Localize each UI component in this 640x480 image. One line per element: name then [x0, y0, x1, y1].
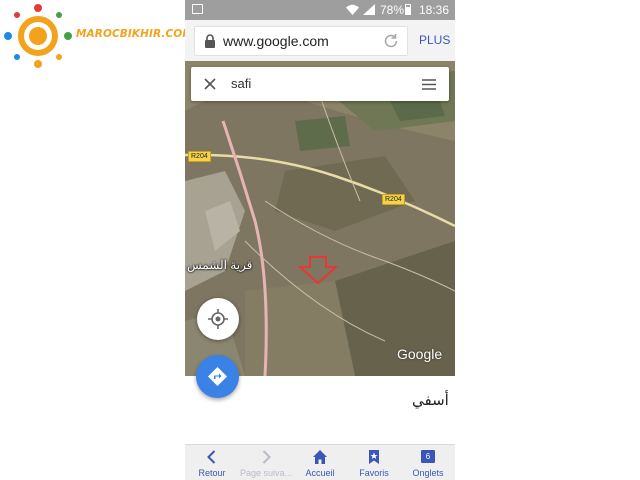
- sun-logo-icon: [4, 4, 72, 68]
- signal-icon: [363, 4, 375, 15]
- reload-icon[interactable]: [382, 32, 400, 50]
- battery-icon: [405, 4, 411, 15]
- chevron-right-icon: [262, 450, 271, 464]
- browser-toolbar: www.google.com PLUS: [185, 20, 455, 62]
- directions-button[interactable]: [196, 355, 239, 398]
- place-result-title: أسفي: [412, 391, 449, 409]
- watermark-text: MAROCBIKHIR.COM: [76, 28, 193, 40]
- crosshair-icon: [208, 309, 228, 329]
- nav-bookmarks[interactable]: Favoris: [347, 445, 401, 480]
- wifi-icon: [346, 4, 359, 15]
- nav-tabs-label: Onglets: [412, 468, 444, 478]
- search-query[interactable]: safi: [231, 76, 251, 91]
- url-text: www.google.com: [223, 33, 329, 49]
- battery-percent: 78%: [380, 3, 405, 17]
- bookmark-icon: [369, 450, 379, 464]
- place-label: قرية الشمس: [187, 258, 253, 272]
- map-view[interactable]: R204 R204 قرية الشمس Google safi: [185, 61, 455, 376]
- url-field[interactable]: www.google.com: [194, 26, 408, 56]
- nav-tabs[interactable]: 6 Onglets: [401, 445, 455, 480]
- menu-icon[interactable]: [422, 79, 436, 90]
- nav-home-label: Accueil: [305, 468, 335, 478]
- home-icon: [313, 450, 327, 464]
- close-icon[interactable]: [203, 77, 217, 91]
- phone-screen: 78% 18:36 www.google.com PLUS R204 R204 …: [185, 0, 455, 480]
- map-search-box[interactable]: safi: [191, 67, 449, 101]
- status-bar: 78% 18:36: [185, 0, 455, 20]
- road-label: R204: [382, 194, 405, 205]
- nav-back[interactable]: Retour: [185, 445, 239, 480]
- google-logo: Google: [397, 346, 443, 362]
- nav-home[interactable]: Accueil: [293, 445, 347, 480]
- watermark-logo: MAROCBIKHIR.COM: [0, 0, 193, 72]
- nav-bookmarks-label: Favoris: [359, 468, 389, 478]
- chevron-left-icon: [207, 450, 216, 464]
- tabs-icon: 6: [421, 450, 435, 463]
- nav-back-label: Retour: [198, 468, 226, 478]
- nav-forward[interactable]: Page suiva...: [239, 445, 293, 480]
- my-location-button[interactable]: [197, 298, 239, 340]
- road-label: R204: [188, 151, 211, 162]
- browser-bottom-nav: Retour Page suiva... Accueil Favoris 6 O…: [185, 444, 455, 480]
- image-icon: [192, 4, 203, 14]
- nav-forward-label: Page suiva...: [239, 468, 293, 478]
- clock: 18:36: [419, 3, 450, 17]
- more-button[interactable]: PLUS: [419, 33, 450, 47]
- directions-icon: [208, 367, 227, 386]
- lock-icon: [205, 34, 215, 48]
